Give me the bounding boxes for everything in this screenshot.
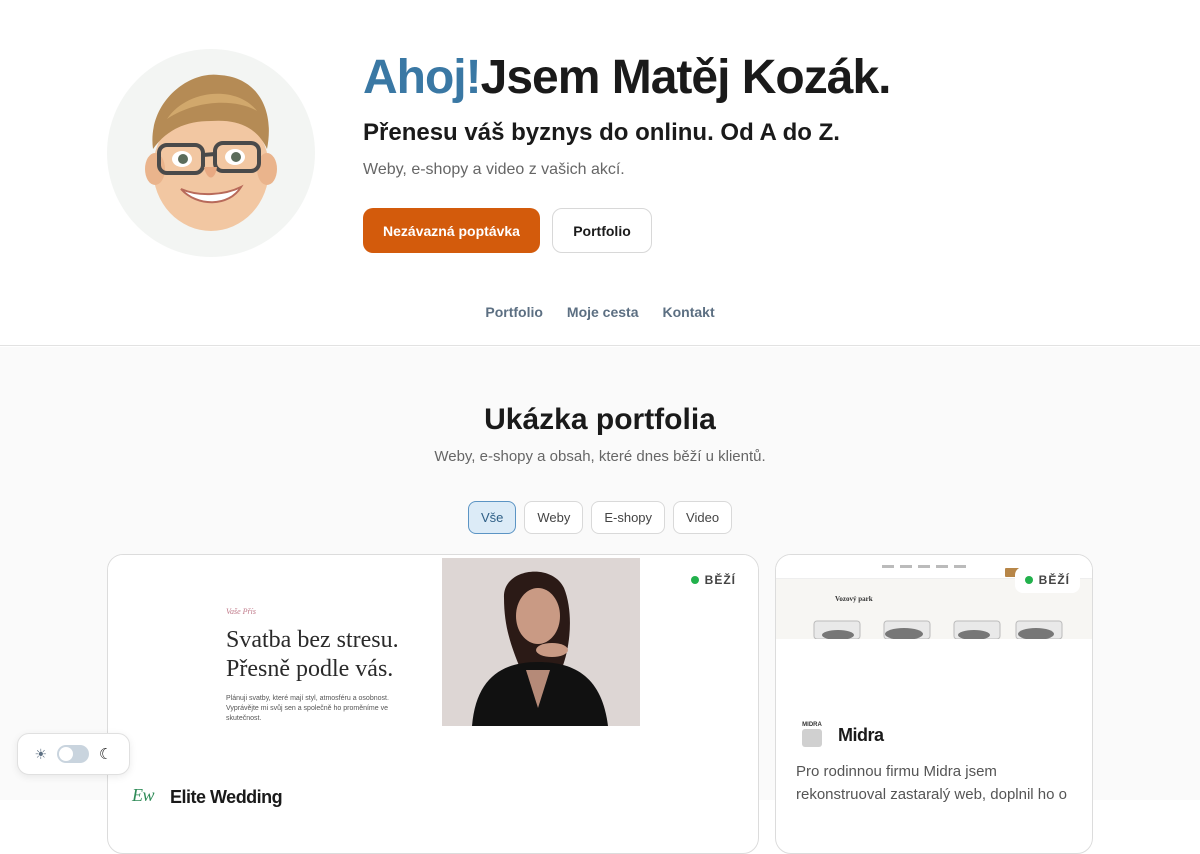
filter-video[interactable]: Video [673,501,733,534]
midra-logo-text: MIDRA [802,722,822,728]
portfolio-filters: Vše Weby E-shopy Video [0,501,1200,534]
portfolio-card-elite-wedding[interactable]: Vaše Přís Svatba bez stresu. Přesně podl… [107,554,759,854]
card-preview: Vaše Přís Svatba bez stresu. Přesně podl… [108,555,758,730]
moon-icon[interactable]: ☾ [99,745,112,763]
preview-heading: Svatba bez stresu. Přesně podle vás. [226,626,406,684]
status-badge: BĚŽÍ [680,567,746,593]
inquiry-button[interactable]: Nezávazná poptávka [363,208,540,253]
portfolio-subtitle: Weby, e-shopy a obsah, které dnes běží u… [434,448,766,465]
elite-wedding-logo: Ew [132,785,155,805]
sun-icon[interactable]: ☀ [34,746,47,763]
preview-text: Vaše Přís Svatba bez stresu. Přesně podl… [226,607,406,724]
filter-all[interactable]: Vše [467,501,517,534]
card-title: Elite Wedding [170,787,283,807]
owner-name: Jsem Matěj Kozák. [480,51,892,104]
hero-lead: Weby, e-shopy a video z vašich akcí. [363,161,625,178]
memoji-avatar-image [145,74,277,231]
preview-heading: Vozový park [835,595,873,603]
midra-logo-wheel-icon [802,729,822,747]
hero-text: Ahoj!Jsem Matěj Kozák. Přenesu váš byzny… [363,50,1143,253]
card-title: Midra [838,725,884,745]
preview-heading-line2: Přesně podle vás. [226,656,394,682]
preview-cars [806,615,1066,640]
preview-body: Plánuji svatby, které mají styl, atmosfé… [226,695,389,722]
avatar [107,49,315,257]
greeting: Ahoj! [363,51,482,104]
nav-item-kontakt[interactable]: Kontakt [663,304,715,320]
midra-logo: MIDRA [800,721,824,749]
theme-toggle: ☀ ☾ [17,733,130,775]
hero-headline: Přenesu váš byznys do onlinu. Od A do Z. [363,119,840,146]
main-nav: Portfolio Moje cesta Kontakt [0,304,1200,320]
portfolio-title: Ukázka portfolia [484,403,716,436]
preview-photo [442,558,640,726]
status-label: BĚŽÍ [1038,573,1070,587]
nav-item-portfolio[interactable]: Portfolio [485,304,543,320]
status-badge: BĚŽÍ [1014,567,1080,593]
status-dot-icon [1024,576,1033,584]
filter-eshops[interactable]: E-shopy [591,501,666,534]
preview-heading-line1: Svatba bez stresu. [226,627,399,653]
theme-switch-knob [59,747,74,761]
nav-item-moje-cesta[interactable]: Moje cesta [567,304,639,320]
portfolio-button[interactable]: Portfolio [552,208,652,253]
preview-menu-links [882,565,972,568]
preview-kicker: Vaše Přís [226,607,256,616]
hero-section: Ahoj!Jsem Matěj Kozák. Přenesu váš byzny… [0,0,1200,346]
theme-switch[interactable] [57,745,90,763]
portfolio-section: Ukázka portfolia Weby, e-shopy a obsah, … [0,347,1200,854]
card-description: Pro rodinnou firmu Midra jsem rekonstruo… [796,763,1067,803]
hero-buttons: Nezávazná poptávka Portfolio [363,208,1143,253]
portfolio-card-midra[interactable]: Vozový park BĚŽÍ MIDRA Midra Pro rodinno… [775,554,1093,854]
page-title: Ahoj!Jsem Matěj Kozák. [363,50,1143,106]
status-dot-icon [690,576,699,584]
status-label: BĚŽÍ [704,573,736,587]
filter-websites[interactable]: Weby [524,501,584,534]
